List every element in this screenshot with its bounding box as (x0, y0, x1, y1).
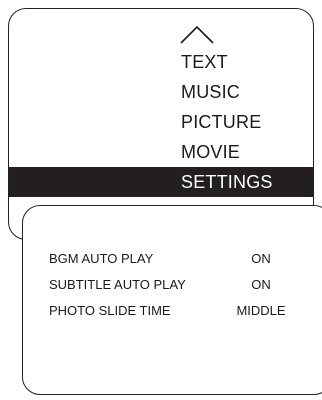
setting-value[interactable]: ON (231, 273, 291, 297)
setting-label: BGM AUTO PLAY (49, 251, 154, 266)
menu-item-text[interactable]: TEXT (9, 47, 313, 77)
setting-label: SUBTITLE AUTO PLAY (49, 277, 186, 292)
menu-item-music[interactable]: MUSIC (9, 77, 313, 107)
menu-item-picture[interactable]: PICTURE (9, 107, 313, 137)
setting-value[interactable]: ON (231, 247, 291, 271)
setting-row-subtitle-auto-play[interactable]: SUBTITLE AUTO PLAY ON (23, 273, 322, 297)
menu-item-movie[interactable]: MOVIE (9, 137, 313, 167)
chevron-up-icon[interactable] (179, 23, 215, 45)
setting-row-photo-slide-time[interactable]: PHOTO SLIDE TIME MIDDLE (23, 299, 322, 323)
settings-panel: BGM AUTO PLAY ON SUBTITLE AUTO PLAY ON P… (22, 205, 322, 395)
menu-item-settings[interactable]: SETTINGS (9, 167, 313, 197)
setting-value[interactable]: MIDDLE (231, 299, 291, 323)
setting-label: PHOTO SLIDE TIME (49, 303, 171, 318)
setting-row-bgm-auto-play[interactable]: BGM AUTO PLAY ON (23, 247, 322, 271)
screen: TEXT MUSIC PICTURE MOVIE SETTINGS BGM AU… (0, 0, 322, 400)
